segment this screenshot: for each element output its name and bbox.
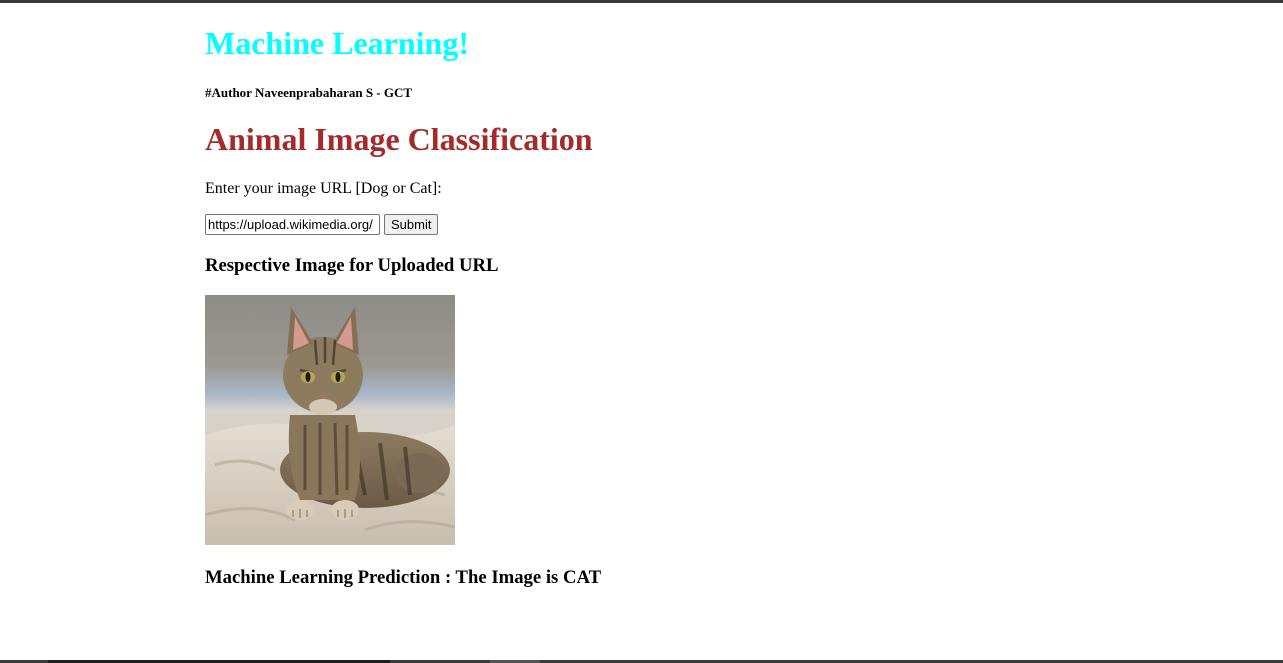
site-title: Machine Learning! — [205, 25, 469, 61]
url-form: Submit — [205, 214, 439, 235]
author-credit: #Author Naveenprabaharan S - GCT — [205, 85, 413, 100]
prediction-result: Machine Learning Prediction : The Image … — [205, 567, 602, 588]
submit-button[interactable]: Submit — [384, 214, 439, 235]
uploaded-cat-image — [205, 295, 455, 545]
window-top-border — [0, 0, 1283, 3]
page-title: Animal Image Classification — [205, 121, 593, 157]
image-section-heading: Respective Image for Uploaded URL — [205, 255, 499, 276]
image-url-label: Enter your image URL [Dog or Cat]: — [205, 180, 442, 197]
image-url-input[interactable] — [205, 214, 380, 235]
